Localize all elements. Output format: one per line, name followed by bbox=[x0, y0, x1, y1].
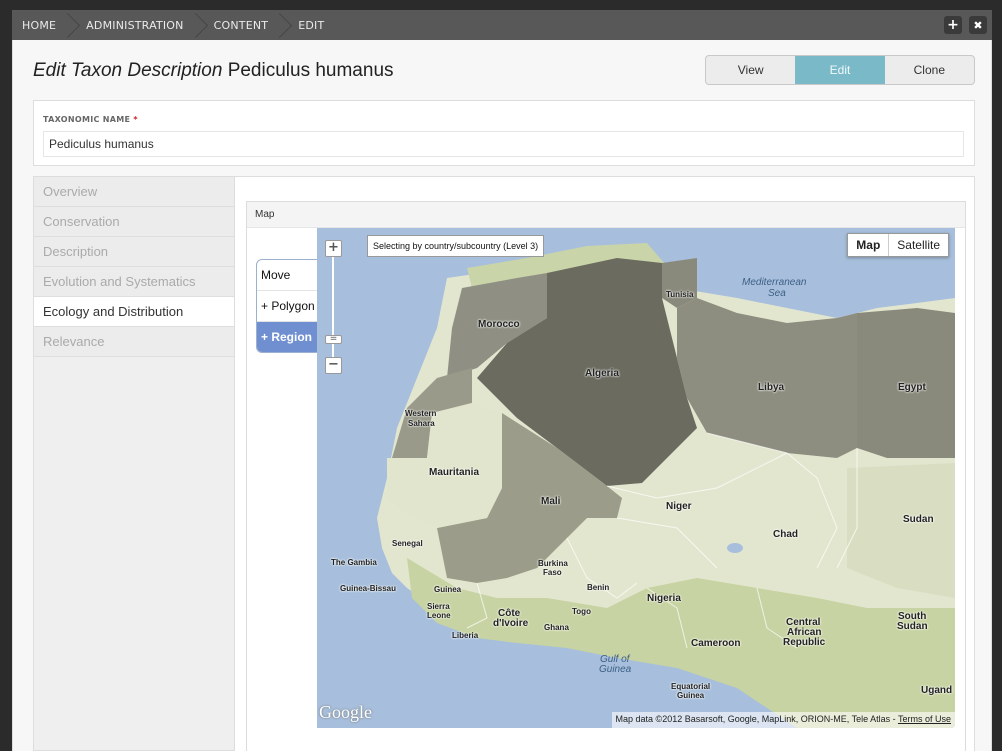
zoom-track-lower[interactable] bbox=[332, 344, 334, 357]
vtab-ecology-distribution[interactable]: Ecology and Distribution bbox=[34, 297, 234, 327]
taxonomic-name-label-text: TAXONOMIC NAME bbox=[43, 115, 131, 124]
expand-icon[interactable]: + bbox=[944, 16, 962, 34]
tab-view[interactable]: View bbox=[706, 56, 795, 84]
zoom-in-button[interactable]: + bbox=[325, 240, 342, 257]
map-label-leone: Leone bbox=[427, 611, 451, 620]
map-label-benin: Benin bbox=[587, 583, 610, 592]
zoom-track[interactable] bbox=[332, 257, 334, 335]
map-label-cameroon: Cameroon bbox=[691, 638, 741, 649]
map-label-guinea: Guinea bbox=[434, 585, 462, 594]
map-label-algeria: Algeria bbox=[585, 368, 619, 379]
zoom-slider-handle[interactable]: = bbox=[325, 335, 342, 344]
map-fieldset: Map Move + Polygon + Region Mediterranea… bbox=[246, 201, 966, 751]
vtab-relevance[interactable]: Relevance bbox=[34, 327, 234, 357]
tab-clone[interactable]: Clone bbox=[885, 56, 974, 84]
map-label-sahara: Sahara bbox=[408, 419, 435, 428]
distribution-map[interactable]: Mediterranean Sea Tunisia Morocco Algeri… bbox=[317, 228, 955, 728]
map-label-mediterranean: Mediterranean bbox=[742, 277, 807, 288]
google-logo: Google bbox=[319, 702, 372, 722]
zoom-control: + = − bbox=[325, 240, 343, 374]
map-attribution-text: Map data ©2012 Basarsoft, Google, MapLin… bbox=[615, 714, 896, 724]
map-label-uganda: Ugand bbox=[921, 685, 953, 696]
map-label-eq-guinea: Guinea bbox=[677, 691, 705, 700]
map-label-sea: Sea bbox=[768, 288, 786, 299]
terms-of-use-link[interactable]: Terms of Use bbox=[898, 714, 951, 724]
tool-region[interactable]: + Region bbox=[257, 322, 317, 352]
map-type-satellite-button[interactable]: Satellite bbox=[889, 234, 948, 256]
map-type-control: Map Satellite bbox=[847, 233, 949, 257]
zoom-out-button[interactable]: − bbox=[325, 357, 342, 374]
map-label-libya: Libya bbox=[758, 382, 785, 393]
map-type-map-button[interactable]: Map bbox=[848, 234, 890, 256]
vtab-conservation[interactable]: Conservation bbox=[34, 207, 234, 237]
map-label-the-gambia: The Gambia bbox=[331, 558, 377, 567]
taxonomic-name-field: TAXONOMIC NAME * Pediculus humanus bbox=[33, 100, 975, 166]
taxonomic-name-input[interactable]: Pediculus humanus bbox=[43, 131, 964, 157]
map-canvas bbox=[317, 228, 955, 728]
vtab-evolution-systematics[interactable]: Evolution and Systematics bbox=[34, 267, 234, 297]
map-label-niger: Niger bbox=[666, 501, 692, 512]
vtab-description[interactable]: Description bbox=[34, 237, 234, 267]
map-label-gulf-guinea: Guinea bbox=[599, 664, 632, 675]
page-title-name: Pediculus humanus bbox=[227, 60, 394, 81]
map-label-car-3: Republic bbox=[783, 637, 826, 648]
map-label-liberia: Liberia bbox=[452, 631, 479, 640]
map-label-divoire: d'Ivoire bbox=[493, 618, 529, 629]
map-label-guinea-bissau: Guinea-Bissau bbox=[340, 584, 397, 593]
tool-polygon[interactable]: + Polygon bbox=[257, 291, 317, 322]
taxonomic-name-label: TAXONOMIC NAME * bbox=[43, 115, 138, 124]
map-label-tunisia: Tunisia bbox=[666, 290, 694, 299]
map-label-senegal: Senegal bbox=[392, 539, 423, 548]
map-label-western: Western bbox=[405, 409, 437, 418]
map-label-chad: Chad bbox=[773, 529, 798, 540]
vertical-tabs-container: Overview Conservation Description Evolut… bbox=[33, 176, 975, 751]
vertical-tab-list: Overview Conservation Description Evolut… bbox=[34, 177, 234, 357]
map-legend: Map bbox=[247, 202, 965, 228]
close-icon[interactable]: ✖ bbox=[969, 16, 987, 34]
map-label-south-sudan: Sudan bbox=[897, 621, 928, 632]
breadcrumb-edit[interactable]: EDIT bbox=[286, 10, 342, 40]
vtab-overview[interactable]: Overview bbox=[34, 177, 234, 207]
edit-modal: Edit Taxon Description Pediculus humanus… bbox=[12, 40, 992, 751]
map-label-faso: Faso bbox=[543, 568, 562, 577]
map-label-mauritania: Mauritania bbox=[429, 467, 480, 478]
map-label-sudan: Sudan bbox=[903, 514, 934, 525]
page-title-prefix: Edit Taxon Description bbox=[33, 60, 223, 81]
map-label-mali: Mali bbox=[541, 496, 561, 507]
admin-breadcrumb-bar: HOME ADMINISTRATION CONTENT EDIT + ✖ bbox=[12, 10, 992, 40]
map-label-morocco: Morocco bbox=[478, 319, 520, 330]
breadcrumb-content[interactable]: CONTENT bbox=[202, 10, 287, 40]
page-title: Edit Taxon Description Pediculus humanus bbox=[33, 60, 394, 82]
view-edit-clone-tabs: View Edit Clone bbox=[705, 55, 975, 85]
tab-edit[interactable]: Edit bbox=[795, 56, 885, 84]
map-label-ghana: Ghana bbox=[544, 623, 569, 632]
map-drawing-tools: Move + Polygon + Region bbox=[256, 259, 318, 353]
map-label-egypt: Egypt bbox=[898, 382, 926, 393]
vertical-tab-pane: Map Move + Polygon + Region Mediterranea… bbox=[234, 177, 974, 751]
breadcrumb-home[interactable]: HOME bbox=[12, 10, 74, 40]
map-attribution: Map data ©2012 Basarsoft, Google, MapLin… bbox=[611, 712, 955, 728]
map-label-togo: Togo bbox=[572, 607, 591, 616]
tool-move[interactable]: Move bbox=[257, 260, 317, 291]
map-label-nigeria: Nigeria bbox=[647, 593, 681, 604]
breadcrumb-administration[interactable]: ADMINISTRATION bbox=[74, 10, 201, 40]
selection-mode-status: Selecting by country/subcountry (Level 3… bbox=[367, 235, 545, 257]
required-marker: * bbox=[133, 115, 138, 124]
